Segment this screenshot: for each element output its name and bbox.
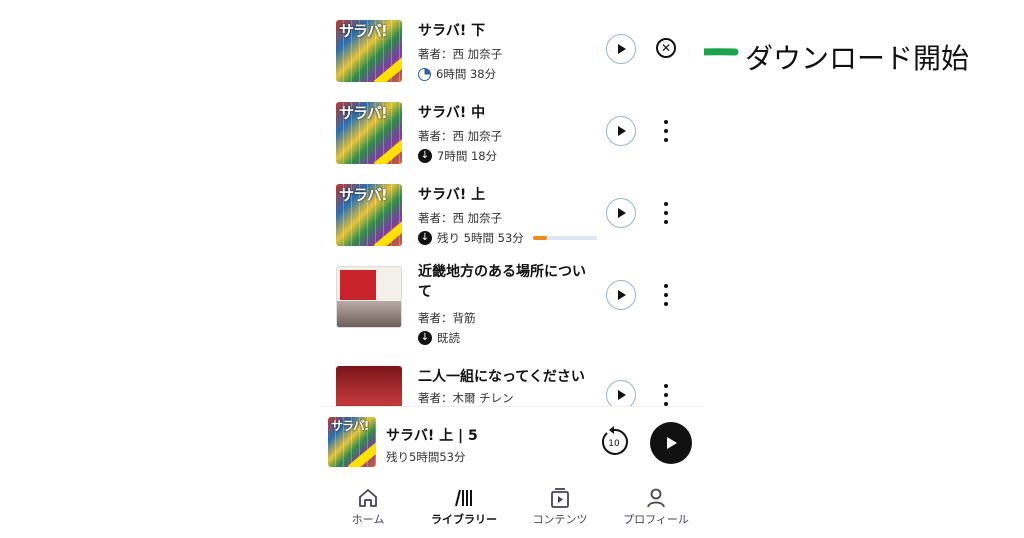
main-play-button[interactable] (650, 422, 692, 464)
nav-contents[interactable]: コンテンツ (512, 485, 608, 527)
cancel-download-button[interactable]: ✕ (656, 38, 676, 58)
phone-screen: サラバ! サラバ! 下 著者：西 加奈子 6時間 38分 ✕ サラバ! サラバ!… (320, 0, 704, 538)
download-icon: ↓ (418, 149, 432, 163)
book-status: 6時間 38分 (418, 66, 496, 82)
list-item[interactable]: サラバ! サラバ! 上 著者：西 加奈子 ↓ 残り 5時間 53分 (320, 182, 704, 264)
cover-red-block (340, 270, 376, 300)
list-item[interactable]: 近畿地方のある場所につい て 著者：背筋 ↓ 既読 (320, 264, 704, 346)
now-playing-title: サラバ! 上 | 5 (386, 428, 478, 444)
cover-ribbon (347, 440, 376, 467)
contents-icon (551, 488, 569, 508)
profile-icon (647, 488, 665, 508)
play-button[interactable] (606, 380, 636, 406)
book-author: 著者：背筋 (418, 311, 476, 325)
now-playing-cover: サラバ! (328, 417, 376, 467)
annotation-label: ダウンロード開始 (745, 42, 970, 75)
book-title: 近畿地方のある場所につい て (418, 262, 598, 302)
book-status: ↓ 7時間 18分 (418, 148, 497, 164)
book-title: サラバ! 上 (418, 187, 486, 203)
book-cover: サラバ! (336, 102, 402, 164)
cover-title: サラバ! (331, 419, 369, 433)
book-title-line: 近畿地方のある場所につい (418, 264, 586, 280)
nav-library[interactable]: ライブラリー (416, 485, 512, 527)
book-author: 著者：西 加奈子 (418, 129, 503, 143)
home-icon (359, 489, 377, 507)
cover-title: サラバ! (339, 186, 388, 204)
nav-profile-label: プロフィール (623, 513, 689, 526)
cover-ribbon (373, 219, 402, 246)
listening-progress-bar (532, 236, 597, 240)
rewind-10-icon[interactable]: 10 (598, 425, 630, 457)
book-cover: サラバ! (336, 184, 402, 246)
nav-contents-label: コンテンツ (532, 513, 588, 526)
book-author: 著者：木爾 チレン (418, 391, 514, 405)
book-cover: サラバ! (336, 20, 402, 82)
play-icon (618, 390, 626, 400)
progress-fill (532, 236, 547, 240)
cover-title: サラバ! (339, 22, 388, 40)
download-icon: ↓ (418, 231, 432, 245)
cover-ribbon (373, 137, 402, 164)
book-title: サラバ! 中 (418, 105, 486, 121)
list-item[interactable]: 二人一組になってください 著者：木爾 チレン (320, 364, 704, 406)
remaining-text: 残り 5時間 53分 (437, 231, 524, 245)
duration-text: 6時間 38分 (436, 67, 497, 81)
play-button[interactable] (606, 34, 636, 64)
play-icon (618, 44, 626, 54)
list-item[interactable]: サラバ! サラバ! 下 著者：西 加奈子 6時間 38分 ✕ (320, 18, 704, 100)
play-icon (618, 126, 626, 136)
download-icon: ↓ (418, 331, 432, 345)
nav-library-label: ライブラリー (431, 513, 497, 526)
book-title: サラバ! 下 (418, 23, 486, 39)
svg-text:10: 10 (608, 439, 620, 449)
library-icon (455, 489, 472, 507)
book-title-line: て (418, 284, 432, 300)
cover-ribbon (373, 55, 402, 82)
close-icon: ✕ (660, 41, 672, 55)
nav-home-label: ホーム (351, 513, 385, 526)
play-button[interactable] (606, 198, 636, 228)
nav-home[interactable]: ホーム (320, 485, 416, 527)
more-options-icon[interactable] (662, 284, 670, 306)
play-button[interactable] (606, 280, 636, 310)
book-status: ↓ 残り 5時間 53分 (418, 230, 597, 246)
duration-text: 7時間 18分 (437, 149, 498, 163)
book-cover (336, 366, 402, 406)
play-icon (667, 437, 677, 449)
book-status: ↓ 既読 (418, 330, 460, 346)
more-options-icon[interactable] (662, 384, 670, 406)
book-cover (336, 266, 402, 328)
more-options-icon[interactable] (662, 120, 670, 142)
library-list: サラバ! サラバ! 下 著者：西 加奈子 6時間 38分 ✕ サラバ! サラバ!… (320, 0, 704, 406)
book-author: 著者：西 加奈子 (418, 47, 503, 61)
now-playing-remaining: 残り5時間53分 (386, 450, 466, 464)
book-author: 著者：西 加奈子 (418, 211, 503, 225)
cover-title: サラバ! (339, 104, 388, 122)
cover-photo (337, 301, 401, 327)
book-title: 二人一組になってください (418, 369, 585, 385)
read-status-text: 既読 (437, 331, 460, 345)
play-button[interactable] (606, 116, 636, 146)
list-item[interactable]: サラバ! サラバ! 中 著者：西 加奈子 ↓ 7時間 18分 (320, 100, 704, 182)
play-icon (618, 290, 626, 300)
bottom-nav: ホーム ライブラリー コンテンツ プロフィール (320, 479, 704, 538)
mini-player[interactable]: サラバ! サラバ! 上 | 5 残り5時間53分 10 (320, 406, 704, 480)
more-options-icon[interactable] (662, 202, 670, 224)
progress-pie-icon (418, 67, 431, 81)
nav-profile[interactable]: プロフィール (608, 485, 704, 527)
play-icon (618, 208, 626, 218)
